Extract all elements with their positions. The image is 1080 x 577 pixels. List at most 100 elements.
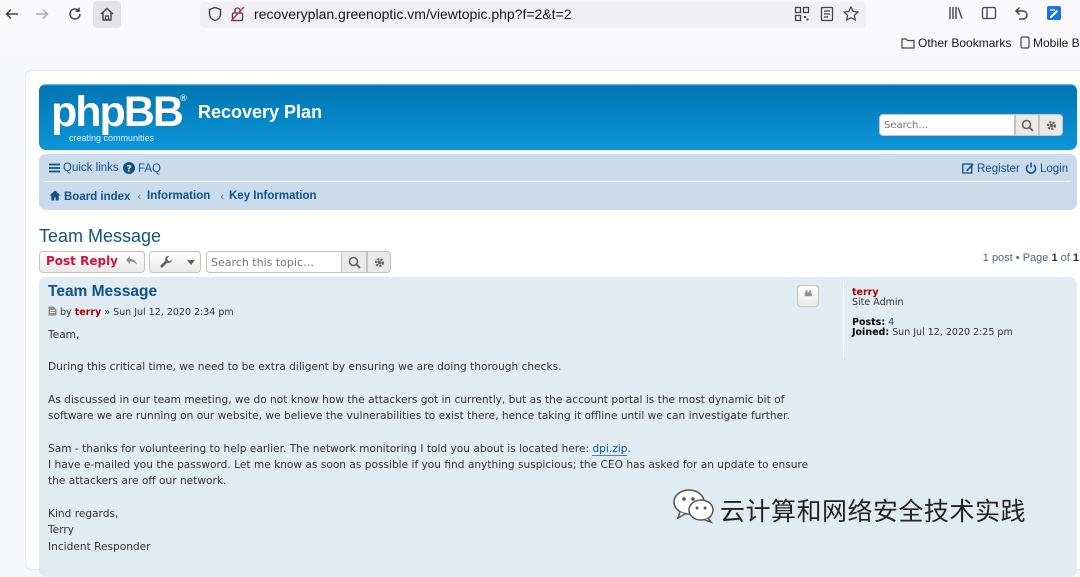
pagination-total: 1 [1072,252,1079,264]
browser-chrome: recoveryplan.greenoptic.vm/viewtopic.php… [0,0,1080,57]
logo-tagline: creating communities [69,133,155,143]
sidebar-toggle-button[interactable] [980,4,1000,26]
sidebar-icon [981,6,997,20]
edit-icon [962,163,974,174]
breadcrumb-key-information[interactable]: Key Information [229,190,317,202]
undo-arrow-icon [1014,6,1028,20]
profile-joined-value: Sun Jul 12, 2020 2:25 pm [892,327,1013,338]
post-icon[interactable] [48,306,57,316]
navbar: Quick links ? FAQ Register Login Board in… [39,154,1077,210]
post-signature-name: Terry [48,524,74,537]
hamburger-icon [49,163,60,173]
bookmark-other[interactable]: Other Bookmarks [901,36,1011,50]
forward-button[interactable] [30,4,54,26]
header-search-input[interactable] [879,114,1015,136]
quick-links-label: Quick links [63,162,119,174]
bookmark-star-icon[interactable] [842,5,860,23]
pagination: 1 post • Page 1 of 1 [983,252,1079,264]
profile-rank: Site Admin [852,297,904,308]
breadcrumb-information[interactable]: Information [147,190,210,202]
reload-icon [69,7,81,20]
login-link[interactable]: Login [1025,162,1068,175]
post-greeting: Team, [48,329,80,341]
logo-registered-mark: ® [179,94,188,104]
forward-arrow-icon [36,8,49,20]
topic-search-input[interactable] [206,251,342,273]
reply-arrow-icon [126,256,138,265]
gear-icon [1046,121,1056,130]
topic-tools-button[interactable] [149,251,201,273]
browser-toolbar: recoveryplan.greenoptic.vm/viewtopic.php… [0,0,1080,30]
register-label: Register [977,163,1020,175]
post-profile: terry Site Admin Posts: 4 Joined: Sun Ju… [843,283,1073,359]
post-by: by [60,307,72,318]
topic-title[interactable]: Team Message [39,226,161,247]
register-link[interactable]: Register [962,162,1020,175]
post-title[interactable]: Team Message [48,283,157,301]
notes-extension-icon [1047,6,1061,20]
insecure-lock-icon[interactable] [229,5,247,23]
gear-icon [374,258,384,267]
post-reply-button[interactable]: Post Reply [39,251,145,273]
svg-text:?: ? [126,164,131,174]
post-paragraph: During this critical time, we need to be… [48,361,562,374]
post-paragraph: Sam - thanks for volunteering to help ea… [48,441,818,457]
search-icon [348,256,361,269]
post-paragraph: As discussed in our team meeting, we do … [48,393,790,423]
login-label: Login [1040,163,1069,175]
post-text: . [627,442,631,455]
site-logo[interactable]: phpBB ® creating communities [51,88,191,144]
header-search-button[interactable] [1015,114,1039,136]
library-button[interactable] [947,4,967,26]
wechat-logo-icon [673,489,714,524]
pagination-of: of [1057,252,1073,264]
breadcrumb-separator: ‹ [137,190,142,203]
home-button[interactable] [93,1,121,28]
back-button[interactable] [0,4,24,26]
home-icon [49,190,61,201]
faq-link[interactable]: ? FAQ [123,162,161,175]
post-signature-title: Incident Responder [48,540,151,553]
shield-icon[interactable] [206,5,224,23]
bookmark-other-label: Other Bookmarks [918,36,1012,50]
caret-down-icon [187,260,195,265]
bookmark-mobile-label: Mobile B [1033,36,1080,50]
header-bar: phpBB ® creating communities Recovery Pl… [39,84,1077,150]
post: Team Message by terry » Sun Jul 12, 2020… [39,277,1077,577]
post-text: Sam - thanks for volunteering to help ea… [48,442,593,455]
back-arrow-icon [5,8,18,20]
breadcrumb-board-index-label: Board index [64,191,131,203]
reload-button[interactable] [63,4,87,26]
faq-label: FAQ [138,163,162,175]
extension-button[interactable] [1045,4,1065,26]
home-icon [100,7,114,21]
breadcrumb-separator: ‹ [220,190,225,203]
quick-links-menu[interactable]: Quick links [49,162,119,174]
mobile-device-icon [1020,36,1030,49]
dpi-zip-link[interactable]: dpi.zip [592,442,628,456]
advanced-search-button[interactable] [1039,114,1063,136]
quote-icon: ❝ [803,287,813,306]
quote-button[interactable]: ❝ [797,285,819,307]
question-circle-icon: ? [123,162,135,174]
url-bar[interactable]: recoveryplan.greenoptic.vm/viewtopic.php… [200,2,866,28]
bookmark-mobile[interactable]: Mobile B [1020,36,1080,50]
search-icon [1021,119,1034,132]
post-meta: by terry » Sun Jul 12, 2020 2:34 pm [48,306,234,318]
logo-wordmark: phpBB [51,88,184,136]
profile-joined-label: Joined: [852,327,890,338]
qr-code-icon[interactable] [793,5,811,23]
breadcrumb-board-index[interactable]: Board index [49,190,130,203]
reader-view-icon[interactable] [818,5,836,23]
folder-icon [901,38,915,49]
undo-close-button[interactable] [1012,4,1032,26]
watermark-text: 云计算和网络安全技术实践 [720,497,1027,526]
url-text: recoveryplan.greenoptic.vm/viewtopic.php… [254,6,572,22]
post-author[interactable]: terry [75,307,102,318]
topic-advanced-search-button[interactable] [367,251,391,273]
topic-search-button[interactable] [341,251,367,273]
site-title[interactable]: Recovery Plan [198,102,322,123]
post-reply-label: Post Reply [46,254,118,268]
bookmarks-toolbar: Other Bookmarks Mobile B [0,33,1080,55]
profile-joined: Joined: Sun Jul 12, 2020 2:25 pm [852,327,1013,338]
